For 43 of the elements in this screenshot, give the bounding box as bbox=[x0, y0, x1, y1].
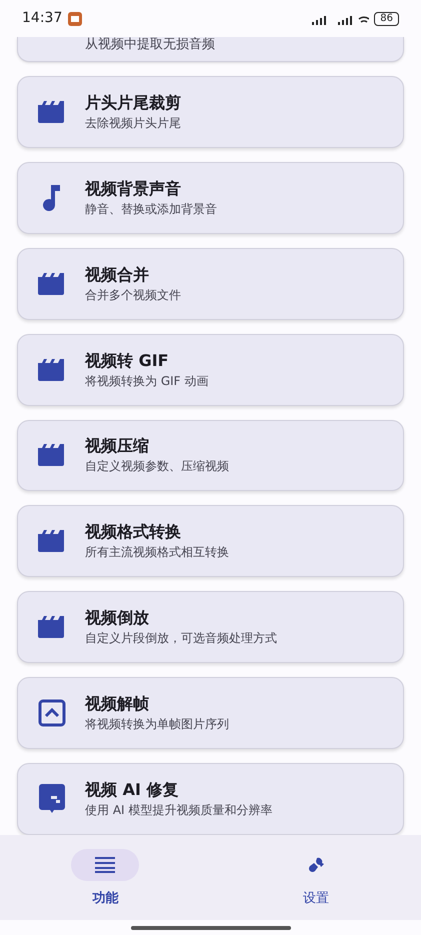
feature-description: 合并多个视频文件 bbox=[85, 286, 181, 303]
feature-title: 视频 AI 修复 bbox=[85, 780, 180, 800]
nav-tab[interactable]: 功能 bbox=[0, 835, 210, 920]
battery-level: 86 bbox=[374, 12, 399, 26]
clapperboard-icon bbox=[38, 272, 66, 295]
feature-title: 视频背景声音 bbox=[85, 178, 182, 199]
clapperboard-icon bbox=[38, 358, 66, 381]
feature-card[interactable]: 视频 AI 修复 使用 AI 模型提升视频质量和分辨率 bbox=[17, 763, 404, 835]
clapperboard-icon bbox=[38, 444, 66, 466]
clock-time: 14:37 bbox=[22, 9, 62, 28]
music-note-icon bbox=[42, 184, 62, 211]
chat-icon bbox=[38, 784, 64, 814]
feature-description: 静音、替换或添加背景音 bbox=[85, 200, 217, 217]
feature-description: 使用 AI 模型提升视频质量和分辨率 bbox=[85, 802, 272, 818]
clapperboard-icon bbox=[38, 100, 66, 123]
feature-title: 视频压缩 bbox=[85, 436, 150, 456]
feature-description: 自定义片段倒放，可选音频处理方式 bbox=[85, 630, 277, 646]
feature-title: 视频合并 bbox=[85, 264, 150, 285]
feature-description: 自定义视频参数、压缩视频 bbox=[85, 458, 229, 474]
feature-description: 将视频转换为单帧图片序列 bbox=[85, 716, 229, 732]
feature-card[interactable]: 视频背景声音 静音、替换或添加背景音 bbox=[17, 162, 404, 234]
feature-card[interactable]: 从视频中提取无损音频 bbox=[17, 37, 404, 62]
feature-card[interactable]: 视频压缩 自定义视频参数、压缩视频 bbox=[17, 420, 404, 492]
feature-title: 片头片尾裁剪 bbox=[85, 92, 181, 113]
feature-card[interactable]: 视频倒放 自定义片段倒放，可选音频处理方式 bbox=[17, 591, 404, 664]
feature-title: 视频解帧 bbox=[85, 694, 150, 714]
feature-description: 去除视频片头片尾 bbox=[85, 114, 181, 131]
feature-title: 视频倒放 bbox=[85, 608, 150, 628]
clapperboard-icon bbox=[38, 616, 66, 638]
feature-title: 视频转 GIF bbox=[85, 350, 170, 371]
feature-card[interactable]: 片头片尾裁剪 去除视频片头片尾 bbox=[17, 76, 404, 148]
feature-card[interactable]: 视频格式转换 所有主流视频格式相互转换 bbox=[17, 505, 404, 578]
feature-description: 所有主流视频格式相互转换 bbox=[85, 544, 229, 560]
recording-icon bbox=[68, 12, 82, 26]
feature-title: 视频格式转换 bbox=[85, 522, 182, 542]
menu-icon bbox=[95, 857, 116, 873]
feature-card[interactable]: 视频转 GIF 将视频转换为 GIF 动画 bbox=[17, 334, 404, 406]
nav-tab[interactable]: 设置 bbox=[210, 835, 421, 920]
feature-card[interactable]: 视频解帧 将视频转换为单帧图片序列 bbox=[17, 677, 404, 750]
feature-description: 将视频转换为 GIF 动画 bbox=[85, 372, 208, 389]
feature-card[interactable]: 视频合并 合并多个视频文件 bbox=[17, 248, 404, 320]
feature-description: 从视频中提取无损音频 bbox=[85, 37, 215, 53]
clapperboard-icon bbox=[38, 530, 66, 552]
